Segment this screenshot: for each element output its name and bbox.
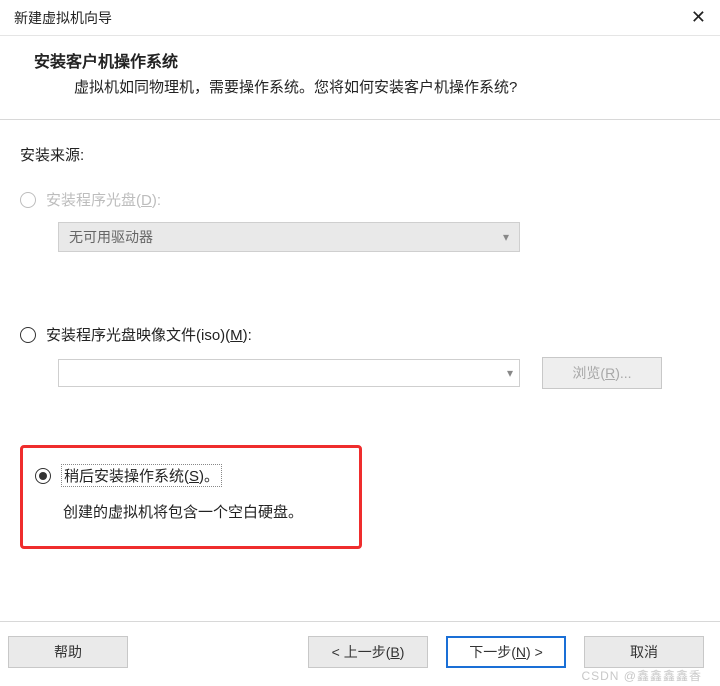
option-later[interactable]: 稍后安装操作系统(S)。: [35, 464, 347, 487]
option-later-highlight: 稍后安装操作系统(S)。 创建的虚拟机将包含一个空白硬盘。: [20, 445, 362, 549]
wizard-subheading: 虚拟机如同物理机，需要操作系统。您将如何安装客户机操作系统?: [34, 76, 686, 97]
browse-label-post: )...: [615, 365, 631, 381]
window-title: 新建虚拟机向导: [14, 8, 112, 28]
option-disc: 安装程序光盘(D):: [20, 189, 700, 210]
chevron-down-icon: ▾: [503, 230, 509, 244]
titlebar: 新建虚拟机向导 ✕: [0, 0, 720, 36]
option-later-desc: 创建的虚拟机将包含一个空白硬盘。: [63, 501, 347, 522]
wizard-body: 安装来源: 安装程序光盘(D): 无可用驱动器 ▾ 安装程序光盘映像文件(iso…: [0, 120, 720, 549]
install-source-label: 安装来源:: [20, 144, 700, 165]
option-later-hotkey: S: [189, 468, 199, 485]
option-disc-hotkey: D: [141, 192, 152, 209]
browse-label-pre: 浏览(: [572, 363, 605, 383]
iso-path-combo[interactable]: ▾: [58, 359, 520, 387]
radio-later[interactable]: [35, 468, 51, 484]
radio-disc: [20, 192, 36, 208]
next-label-post: ) >: [526, 644, 543, 660]
option-iso-label: 安装程序光盘映像文件(iso)(M):: [46, 324, 252, 345]
cancel-button[interactable]: 取消: [584, 636, 704, 668]
option-disc-label: 安装程序光盘(D):: [46, 189, 161, 210]
next-label-pre: 下一步(: [469, 642, 516, 662]
back-button[interactable]: < 上一步(B): [308, 636, 428, 668]
disc-drive-select: 无可用驱动器 ▾: [58, 222, 520, 252]
option-iso-label-post: ):: [243, 327, 252, 344]
option-later-label-post: )。: [199, 468, 219, 485]
browse-hotkey: R: [605, 365, 615, 381]
back-label-pre: < 上一步(: [332, 642, 391, 662]
disc-drive-value: 无可用驱动器: [69, 227, 153, 247]
option-iso-hotkey: M: [230, 327, 243, 344]
option-disc-label-pre: 安装程序光盘(: [46, 192, 141, 209]
wizard-heading: 安装客户机操作系统: [34, 48, 686, 72]
wizard-header: 安装客户机操作系统 虚拟机如同物理机，需要操作系统。您将如何安装客户机操作系统?: [0, 36, 720, 120]
watermark: CSDN @鑫鑫鑫鑫香: [581, 667, 702, 684]
chevron-down-icon[interactable]: ▾: [507, 366, 513, 380]
help-button[interactable]: 帮助: [8, 636, 128, 668]
wizard-footer: 帮助 < 上一步(B) 下一步(N) > 取消: [0, 621, 720, 668]
browse-button: 浏览(R)...: [542, 357, 662, 389]
next-hotkey: N: [516, 644, 526, 660]
iso-input-row: ▾ 浏览(R)...: [58, 357, 700, 389]
option-later-label-pre: 稍后安装操作系统(: [64, 468, 189, 485]
close-icon[interactable]: ✕: [691, 7, 706, 28]
back-label-post: ): [400, 644, 405, 660]
option-iso[interactable]: 安装程序光盘映像文件(iso)(M):: [20, 324, 700, 345]
next-button[interactable]: 下一步(N) >: [446, 636, 566, 668]
option-disc-label-post: ):: [152, 192, 161, 209]
footer-right-buttons: < 上一步(B) 下一步(N) > 取消: [308, 636, 704, 668]
option-later-label: 稍后安装操作系统(S)。: [61, 464, 222, 487]
back-hotkey: B: [390, 644, 399, 660]
radio-iso[interactable]: [20, 327, 36, 343]
option-iso-label-pre: 安装程序光盘映像文件(iso)(: [46, 327, 230, 344]
